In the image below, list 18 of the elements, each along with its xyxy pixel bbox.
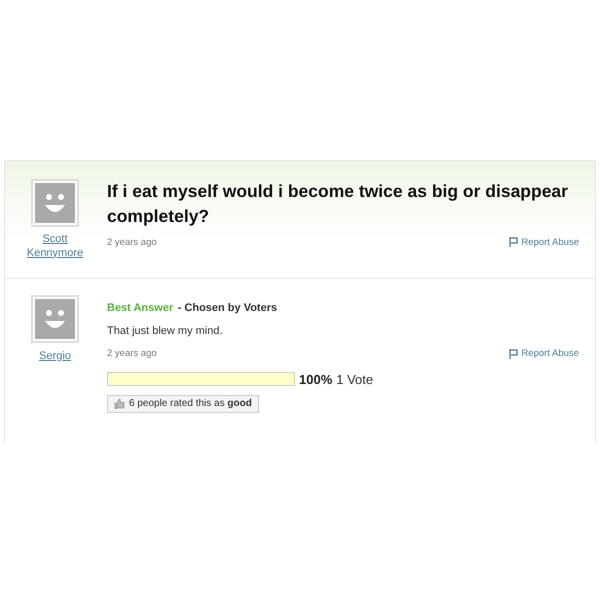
flag-icon: [509, 348, 518, 359]
timestamp: 2 years ago: [107, 236, 157, 250]
vote-percent: 100%: [299, 370, 332, 388]
chosen-label: - Chosen by Voters: [178, 302, 278, 314]
author-link[interactable]: Scott Kennymore: [19, 233, 91, 260]
rating-button[interactable]: 6 people rated this as good: [107, 395, 259, 413]
thumbs-up-icon: [114, 399, 125, 409]
best-answer-label: Best Answer: [107, 302, 174, 314]
answer-text: That just blew my mind.: [107, 324, 224, 339]
avatar-icon: [31, 294, 79, 343]
vote-count: 1 Vote: [336, 370, 374, 388]
report-abuse-link[interactable]: Report Abuse: [509, 236, 579, 250]
author-link[interactable]: Sergio: [39, 350, 71, 364]
report-abuse-link[interactable]: Report Abuse: [509, 347, 579, 362]
flag-icon: [509, 237, 518, 248]
question-title: If i eat myself would i become twice as big or disappear completely?: [107, 180, 569, 228]
avatar-icon: [31, 179, 79, 227]
timestamp: 2 years ago: [107, 347, 157, 362]
